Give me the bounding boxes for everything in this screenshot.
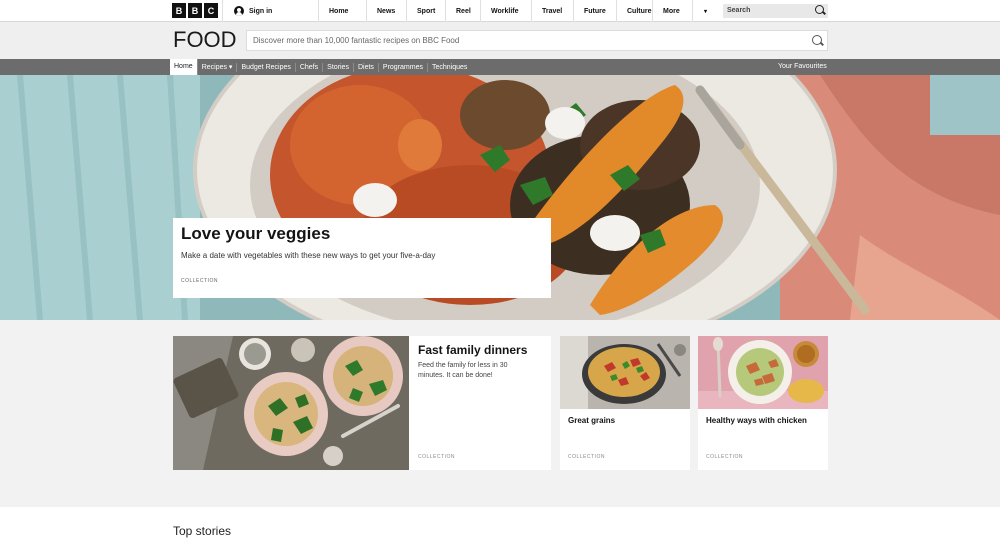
card-image: [173, 336, 409, 470]
hero-banner[interactable]: Love your veggies Make a date with veget…: [0, 75, 1000, 320]
card-image: [698, 336, 828, 409]
food-logo[interactable]: FOOD: [173, 27, 237, 53]
nav-news[interactable]: News: [366, 0, 406, 22]
nav-reel[interactable]: Reel: [445, 0, 480, 22]
nav-sport[interactable]: Sport: [406, 0, 445, 22]
hero-description: Make a date with vegetables with these n…: [181, 251, 436, 260]
nav-culture[interactable]: Culture: [616, 0, 652, 22]
collection-tag: COLLECTION: [181, 278, 218, 284]
food-header: FOOD Discover more than 10,000 fantastic…: [0, 22, 1000, 59]
food-nav-stories[interactable]: Stories: [323, 62, 354, 72]
card-title[interactable]: Fast family dinners: [418, 343, 527, 357]
food-nav: Home Recipes ▾ Budget Recipes Chefs Stor…: [0, 59, 1000, 75]
search-icon[interactable]: [812, 35, 822, 45]
promo-card-great-grains[interactable]: Great grains COLLECTION: [560, 336, 690, 470]
sign-in-label: Sign in: [249, 7, 273, 15]
sign-in-link[interactable]: Sign in: [222, 0, 318, 22]
card-description: Feed the family for less in 30 minutes. …: [418, 362, 508, 379]
bbc-logo-block: C: [204, 3, 218, 18]
bbc-masthead: B B C Sign in Home News Sport Reel Workl…: [0, 0, 1000, 22]
card-title[interactable]: Healthy ways with chicken: [706, 416, 807, 425]
food-nav-budget-recipes[interactable]: Budget Recipes: [237, 62, 296, 72]
nav-home[interactable]: Home: [318, 0, 366, 22]
hero-card[interactable]: Love your veggies Make a date with veget…: [173, 218, 551, 298]
food-nav-chefs[interactable]: Chefs: [296, 62, 324, 72]
top-stories-section: Top stories: [0, 507, 1000, 548]
bbc-logo-block: B: [188, 3, 202, 18]
food-nav-recipes[interactable]: Recipes ▾: [198, 62, 238, 72]
promo-card-fast-family-dinners[interactable]: Fast family dinners Feed the family for …: [173, 336, 551, 470]
collection-tag: COLLECTION: [418, 454, 455, 460]
hero-title[interactable]: Love your veggies: [181, 224, 330, 244]
card-title[interactable]: Great grains: [568, 416, 615, 425]
global-nav: Home News Sport Reel Worklife Travel Fut…: [318, 0, 723, 22]
food-nav-diets[interactable]: Diets: [354, 62, 379, 72]
collection-tag: COLLECTION: [568, 454, 605, 460]
food-nav-techniques[interactable]: Techniques: [428, 63, 471, 72]
nav-worklife[interactable]: Worklife: [480, 0, 531, 22]
global-search-input[interactable]: Search: [723, 4, 828, 18]
collection-tag: COLLECTION: [706, 454, 743, 460]
nav-future[interactable]: Future: [573, 0, 616, 22]
bbc-logo[interactable]: B B C: [172, 3, 218, 18]
account-icon: [234, 6, 244, 16]
more-chevron-icon[interactable]: ▾: [692, 0, 723, 22]
card-image: [560, 336, 690, 409]
your-favourites-link[interactable]: Your Favourites: [778, 63, 827, 70]
nav-more[interactable]: More: [652, 0, 692, 22]
promo-card-healthy-ways-with-chicken[interactable]: Healthy ways with chicken COLLECTION: [698, 336, 828, 470]
food-nav-home[interactable]: Home: [170, 59, 198, 75]
section-title: Top stories: [173, 524, 232, 538]
bbc-logo-block: B: [172, 3, 186, 18]
recipe-search-input[interactable]: Discover more than 10,000 fantastic reci…: [246, 30, 828, 51]
nav-travel[interactable]: Travel: [531, 0, 573, 22]
food-nav-programmes[interactable]: Programmes: [379, 62, 428, 72]
search-icon[interactable]: [815, 5, 824, 14]
